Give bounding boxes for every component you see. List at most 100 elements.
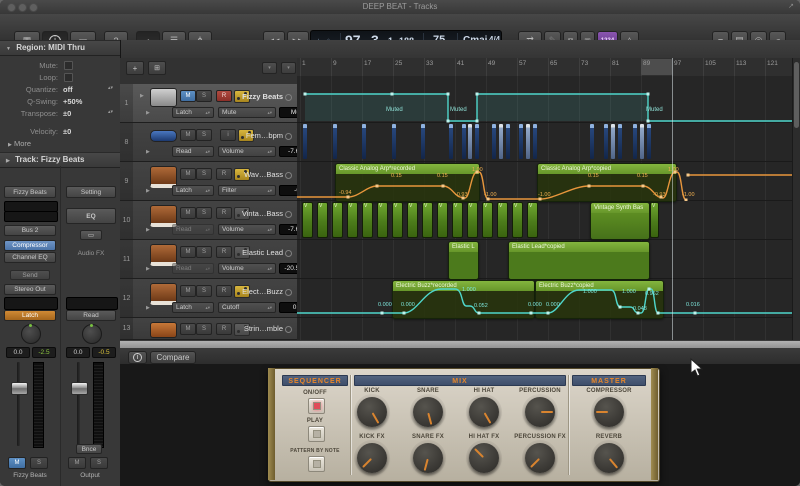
track-name[interactable]: Elect…Buzz <box>242 287 283 296</box>
track-header-electric-buzz[interactable]: 12 M S R Elect…Buzz ▶ Latch▴▾ Cutoff▴▾ 0… <box>120 279 313 318</box>
hihat-knob[interactable] <box>469 397 499 427</box>
mute-automation-curve[interactable] <box>297 84 792 123</box>
group-slot[interactable] <box>4 297 58 310</box>
insert-channel-eq-slot[interactable]: Channel EQ <box>4 252 56 263</box>
audio-clip[interactable] <box>611 124 615 159</box>
automation-disclosure-icon[interactable]: ▶ <box>146 149 150 155</box>
track-solo-button[interactable]: S <box>196 207 212 219</box>
pan-value[interactable]: 0.0 <box>66 347 90 358</box>
automation-disclosure-icon[interactable]: ▶ <box>146 266 150 272</box>
percussion-fx-knob[interactable] <box>525 443 555 473</box>
midi-region-slice[interactable]: V <box>452 202 463 238</box>
audio-clip[interactable] <box>449 124 453 159</box>
reverb-knob[interactable] <box>594 443 624 473</box>
pattern-by-note-button[interactable] <box>308 456 325 472</box>
more-disclosure[interactable]: ▶ More <box>8 139 31 148</box>
track-solo-button[interactable]: S <box>196 129 212 141</box>
disclosure-icon[interactable]: ▶ <box>140 93 144 99</box>
track-options-button[interactable]: ▾ <box>281 62 296 74</box>
gain-value[interactable]: -2.5 <box>32 347 56 358</box>
fader-cap[interactable] <box>71 382 88 395</box>
group-slot[interactable] <box>66 297 118 310</box>
automation-mode-select[interactable]: Read ▴▾ <box>172 263 214 274</box>
track-header-fem-bpm[interactable]: 8 M S i Fem…bpm ▶ Read▴▾ Volume▴▾ -7.6 d… <box>120 123 313 162</box>
track-solo-button[interactable]: S <box>196 168 212 180</box>
midi-region-slice[interactable]: V <box>332 202 343 238</box>
bounce-button[interactable]: Bnce <box>76 444 102 454</box>
track-on-indicator[interactable] <box>285 172 292 179</box>
sequencer-play-button[interactable] <box>308 426 325 442</box>
midi-region-slice[interactable]: V <box>527 202 538 238</box>
track-mute-button[interactable]: M <box>180 285 196 297</box>
automation-disclosure-icon[interactable]: ▶ <box>146 305 150 311</box>
bar-ruler[interactable]: 1 9 17 25 33 41 49 57 65 73 81 89 97 105… <box>297 58 792 77</box>
vertical-scrollbar-thumb[interactable] <box>793 62 799 128</box>
automation-param-select[interactable]: Volume ▴▾ <box>218 146 276 157</box>
track-header-wav-bass[interactable]: 9 M S R Wav…Bass ▶ Latch▴▾ Filter▴▾ -0.4… <box>120 162 313 201</box>
automation-disclosure-icon[interactable]: ▶ <box>146 227 150 233</box>
midi-region-slice[interactable]: V <box>467 202 478 238</box>
track-name[interactable]: Vinta…Bass <box>242 209 283 218</box>
volume-fader[interactable] <box>17 362 20 446</box>
automation-mode-select[interactable]: Read ▴▾ <box>172 224 214 235</box>
pan-value[interactable]: 0.0 <box>6 347 30 358</box>
audio-clip[interactable] <box>362 124 366 159</box>
track-sort-button[interactable]: ▾ <box>262 62 277 74</box>
track-record-button[interactable]: R <box>216 90 232 102</box>
automation-param-select[interactable]: Mute ▴▾ <box>218 107 276 118</box>
smart-controls-info-button[interactable]: i <box>128 350 147 364</box>
track-record-button[interactable]: R <box>216 323 232 335</box>
midi-region-slice[interactable]: V <box>317 202 328 238</box>
track-on-indicator[interactable] <box>285 326 292 333</box>
midi-region-slice[interactable]: V <box>497 202 508 238</box>
midi-region-vintage-synth-bass[interactable]: Vintage Synth Bas <box>590 202 650 240</box>
audio-clip[interactable] <box>590 124 594 159</box>
audio-clip[interactable] <box>303 124 307 159</box>
midi-region-slice[interactable]: V <box>407 202 418 238</box>
strip-solo-button[interactable]: S <box>90 457 108 469</box>
midi-region-slice[interactable]: V <box>302 202 313 238</box>
track-on-indicator[interactable] <box>285 94 292 101</box>
mute-checkbox[interactable] <box>64 61 73 70</box>
audio-clip[interactable] <box>647 124 651 159</box>
audio-clip[interactable] <box>462 124 466 159</box>
track-record-button[interactable]: R <box>216 207 232 219</box>
fullscreen-icon[interactable]: ↗ <box>788 2 794 10</box>
automation-disclosure-icon[interactable]: ▶ <box>146 110 150 116</box>
track-on-indicator[interactable] <box>285 133 292 140</box>
audio-clip[interactable] <box>421 124 425 159</box>
audio-clip[interactable] <box>519 124 523 159</box>
transpose-stepper[interactable]: ▴▾ <box>108 110 113 115</box>
track-name[interactable]: Wav…Bass <box>244 170 283 179</box>
transpose-value[interactable]: ±0 <box>63 109 71 118</box>
midi-region-elastic-lead[interactable]: Elastic L <box>448 241 479 280</box>
fader-cap[interactable] <box>11 382 28 395</box>
automation-mode-select[interactable]: Latch ▴▾ <box>172 185 214 196</box>
track-name[interactable]: Fem…bpm <box>246 131 283 140</box>
strip-mute-button[interactable]: M <box>68 457 86 469</box>
track-header-vintage-bass[interactable]: 10 M S R Vinta…Bass ▶ Read ▴▾ Volume ▴▾ -7… <box>120 201 313 240</box>
kick-fx-knob[interactable] <box>357 443 387 473</box>
audio-clip[interactable] <box>618 124 622 159</box>
midi-region-slice[interactable]: V <box>347 202 358 238</box>
track-mute-button[interactable]: M <box>180 246 196 258</box>
audio-clip[interactable] <box>468 124 472 159</box>
automation-mode-select[interactable]: Read ▴▾ <box>172 146 214 157</box>
automation-param-select[interactable]: Volume ▴▾ <box>218 263 276 274</box>
kick-knob[interactable] <box>357 397 387 427</box>
audio-clip[interactable] <box>492 124 496 159</box>
track-solo-button[interactable]: S <box>196 285 212 297</box>
audio-clip[interactable] <box>604 124 608 159</box>
sequencer-onoff-button[interactable] <box>308 398 325 414</box>
audio-clip[interactable] <box>640 124 644 159</box>
track-header-strings-ensemble[interactable]: 13 M S R Strin…mble <box>120 318 297 340</box>
track-name[interactable]: Fizzy Beats <box>242 92 283 101</box>
audio-clip[interactable] <box>392 124 396 159</box>
region-inspector-header[interactable]: ▼ Region: MIDI Thru <box>0 40 120 56</box>
output-slot[interactable]: Stereo Out <box>4 284 56 295</box>
track-mute-button[interactable]: M <box>180 129 196 141</box>
audio-clip[interactable] <box>633 124 637 159</box>
track-header-elastic-lead[interactable]: 11 M S R Elastic Lead ▶ Read ▴▾ Volume ▴▾ … <box>120 240 313 279</box>
track-record-button[interactable]: R <box>216 168 232 180</box>
midi-region-slice[interactable]: V <box>650 202 659 238</box>
